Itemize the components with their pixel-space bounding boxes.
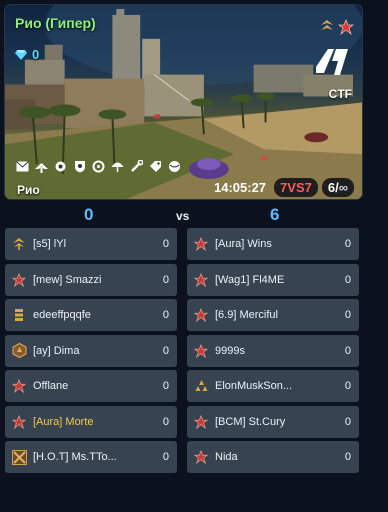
player-name: [Aura] Wins [215, 238, 272, 250]
player-score: 0 [344, 451, 351, 463]
player-name: [ay] Dima [33, 344, 80, 357]
battle-mode-label: CTF [328, 87, 352, 101]
red-star-rank-icon [193, 307, 209, 323]
player-score: 0 [162, 238, 169, 250]
player-limit: ∞ [338, 180, 348, 195]
player-row[interactable]: [ay] Dima 0 [5, 334, 177, 367]
battle-timer: 14:05:27 [214, 180, 267, 195]
player-row[interactable]: Offlane 0 [5, 370, 177, 402]
player-count-badge: 6/∞ [321, 178, 354, 197]
battle-status: 14:05:27 7VS7 6/∞ [210, 178, 354, 197]
player-score: 0 [162, 344, 169, 357]
gem-count: 0 [32, 47, 40, 62]
player-score: 0 [344, 415, 351, 428]
envelope-icon [15, 159, 30, 174]
player-row[interactable]: [6.9] Merciful 0 [187, 299, 359, 331]
gear-icon [53, 159, 68, 174]
player-name: 9999s [215, 344, 245, 357]
player-score: 0 [344, 380, 351, 392]
player-score: 0 [162, 380, 169, 392]
player-score: 0 [344, 238, 351, 250]
battle-preview-banner[interactable]: Рио (Гипер) 0 CTF Рио 14:05:27 7VS7 6/∞ [4, 4, 363, 200]
player-row[interactable]: [s5] lYl 0 [5, 228, 177, 260]
red-star-rank-icon [11, 272, 27, 288]
player-count: 6 [327, 180, 336, 195]
player-name: [s5] lYl [33, 238, 67, 250]
red-star-rank-icon [11, 414, 27, 430]
globe-icon [167, 159, 182, 174]
player-name: Nida [215, 451, 238, 463]
ctf-mode-logo [316, 49, 348, 75]
red-star-rank-icon [193, 449, 209, 465]
shield-icon [72, 159, 87, 174]
versus-label: vs [176, 209, 190, 223]
team-right-score: 6 [270, 205, 280, 224]
equipment-restrictions [15, 159, 182, 174]
red-star-rank-icon [11, 378, 27, 394]
player-score: 0 [162, 451, 169, 463]
player-score: 0 [162, 309, 169, 321]
player-name: [6.9] Merciful [215, 309, 278, 321]
player-row[interactable]: [mew] Smazzi 0 [5, 263, 177, 296]
player-score: 0 [344, 273, 351, 286]
red-star-rank-icon [193, 414, 209, 430]
team-left-score: 0 [84, 205, 94, 224]
red-star-rank-icon [193, 236, 209, 252]
wrench-icon [129, 159, 144, 174]
umbrella-icon [110, 159, 125, 174]
player-name: Offlane [33, 380, 69, 392]
team-left-list: [s5] lYl 0 [mew] Smazzi 0 edeeffpqqfe 0 [ay] D… [5, 228, 177, 477]
player-row[interactable]: [H.O.T] Ms.TTo... 0 [5, 441, 177, 473]
tag-icon [148, 159, 163, 174]
player-name: [BCM] St.Cury [215, 415, 286, 428]
player-row[interactable]: ElonMuskSon... 0 [187, 370, 359, 402]
player-score: 0 [162, 273, 169, 286]
gem-counter: 0 [15, 47, 39, 62]
team-size-badge: 7VS7 [274, 178, 318, 197]
player-row[interactable]: 9999s 0 [187, 334, 359, 367]
player-score: 0 [344, 309, 351, 321]
team-right-list: [Aura] Wins 0 [Wag1] Fl4ME 0 [6.9] Merciful 0… [187, 228, 359, 477]
min-rank-icon [321, 20, 333, 30]
red-star-rank-icon [193, 272, 209, 288]
player-score: 0 [344, 344, 351, 357]
player-row[interactable]: Nida 0 [187, 441, 359, 473]
cycle-icon [91, 159, 106, 174]
max-rank-icon [338, 19, 354, 35]
gem-icon [15, 49, 27, 60]
player-row[interactable]: [Aura] Morte 0 [5, 405, 177, 438]
player-row[interactable]: [BCM] St.Cury 0 [187, 405, 359, 438]
gold-stripes-rank-icon [11, 307, 27, 323]
red-star-rank-icon [193, 343, 209, 359]
player-name: [Aura] Morte [33, 415, 94, 428]
map-name: Рио [17, 183, 40, 197]
battle-name: Рио (Гипер) [15, 15, 96, 31]
player-name: [Wag1] Fl4ME [215, 273, 285, 286]
player-name: edeeffpqqfe [33, 309, 91, 321]
gold-sword-rank-icon [11, 236, 27, 252]
gold-pyramid-rank-icon [193, 378, 209, 394]
crossed-swords-rank-icon [11, 449, 27, 465]
player-name: ElonMuskSon... [215, 380, 293, 392]
battle-rank-range [320, 19, 354, 35]
player-score: 0 [162, 415, 169, 428]
shield-rank-icon [11, 343, 27, 359]
player-row[interactable]: [Wag1] Fl4ME 0 [187, 263, 359, 296]
player-name: [mew] Smazzi [33, 273, 102, 286]
player-row[interactable]: edeeffpqqfe 0 [5, 299, 177, 331]
wings-icon [34, 159, 49, 174]
player-row[interactable]: [Aura] Wins 0 [187, 228, 359, 260]
player-name: [H.O.T] Ms.TTo... [33, 451, 117, 463]
